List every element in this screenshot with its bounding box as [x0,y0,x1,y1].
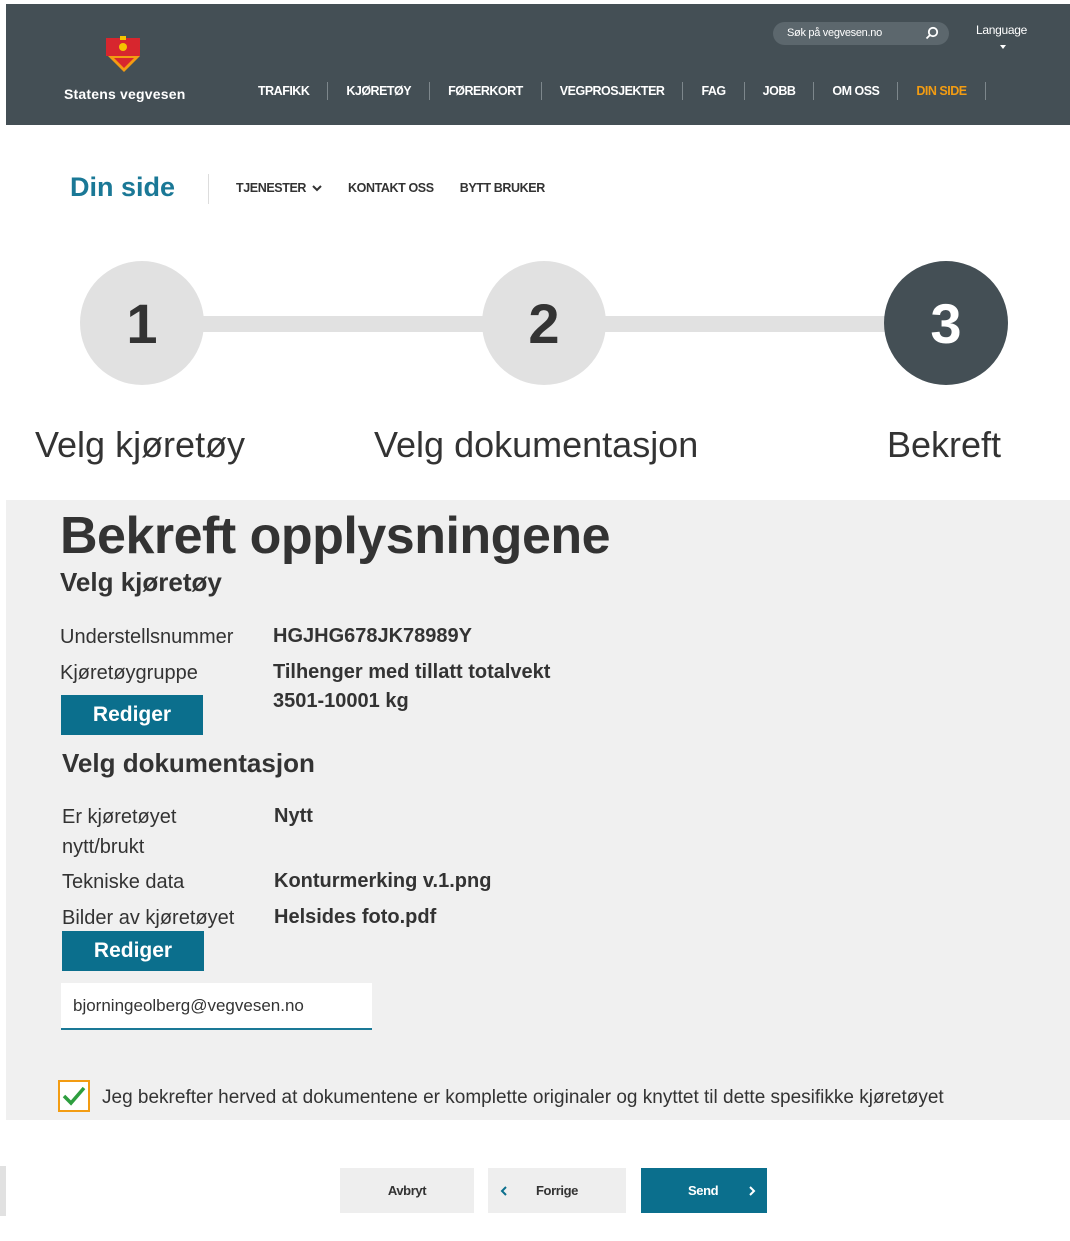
subnav-tjenester-label: TJENESTER [236,181,307,195]
step-1-circle[interactable]: 1 [80,261,204,385]
caret-down-icon[interactable] [1000,45,1006,49]
subnav: TJENESTER KONTAKT OSS BYTT BRUKER [236,181,545,195]
search-icon[interactable] [925,26,939,45]
subnav-tjenester[interactable]: TJENESTER [236,181,322,195]
chevron-right-icon [749,1185,756,1196]
cancel-button-label: Avbryt [387,1183,427,1198]
send-button-label: Send [688,1183,719,1198]
nav-item-kjoretoy[interactable]: KJØRETØY [328,82,431,100]
edit-vehicle-button[interactable]: Rediger [61,695,203,735]
page-title: Bekreft opplysningene [60,507,611,565]
edit-documentation-button[interactable]: Rediger [62,931,204,971]
vehicle-section-title: Velg kjøretøy [60,567,222,597]
docs-section-title: Velg dokumentasjon [62,748,315,778]
confirm-checkbox[interactable] [58,1080,90,1112]
nav-item-vegprosjekter[interactable]: VEGPROSJEKTER [542,82,684,100]
chevron-left-icon [500,1185,507,1196]
site-logo[interactable]: Statens vegvesen [64,34,204,104]
vehicle-photos-value: Helsides foto.pdf [274,906,437,928]
vehicle-photos-label: Bilder av kjøretøyet [62,907,235,929]
subnav-divider [208,174,209,204]
chassis-number-label: Understellsnummer [60,626,234,648]
chassis-number-value: HGJHG678JK78989Y [273,625,473,647]
previous-button[interactable]: Forrige [488,1168,626,1213]
vehicle-group-label: Kjøretøygruppe [60,662,198,684]
logo-text: Statens vegvesen [64,86,186,102]
new-used-label-line2: nytt/brukt [62,836,145,858]
step-1-label: Velg kjøretøy [35,424,246,465]
new-used-value: Nytt [274,805,313,827]
technical-data-label: Tekniske data [62,871,185,893]
language-selector[interactable]: Language [976,23,1027,37]
nav-item-om-oss[interactable]: OM OSS [814,82,899,100]
din-side-title[interactable]: Din side [70,172,175,203]
new-used-label: Er kjøretøyet [62,806,177,828]
send-button[interactable]: Send [641,1168,767,1213]
search-input[interactable]: Søk på vegvesen.no [787,27,882,39]
left-edge-element [0,1166,6,1216]
nav-item-jobb[interactable]: JOBB [745,82,815,100]
step-3-circle: 3 [884,261,1008,385]
chevron-down-icon [312,184,322,191]
subnav-bytt-bruker[interactable]: BYTT BRUKER [460,181,546,195]
statens-vegvesen-logo-icon [106,36,140,72]
subnav-kontakt-oss[interactable]: KONTAKT OSS [348,181,434,195]
previous-button-label: Forrige [536,1183,578,1198]
vehicle-group-value: Tilhenger med tillatt totalvekt [273,661,551,683]
confirm-checkbox-label[interactable]: Jeg bekrefter herved at dokumentene er k… [102,1087,944,1109]
email-field[interactable] [61,983,372,1030]
nav-item-trafikk[interactable]: TRAFIKK [240,82,329,100]
nav-item-forerkort[interactable]: FØRERKORT [430,82,542,100]
search-box[interactable]: Søk på vegvesen.no [773,22,949,45]
nav-item-fag[interactable]: FAG [683,82,745,100]
vehicle-group-value-line2: 3501-10001 kg [273,690,409,712]
checkmark-icon [62,1086,86,1106]
step-2-circle[interactable]: 2 [482,261,606,385]
cancel-button[interactable]: Avbryt [340,1168,474,1213]
step-2-label: Velg dokumentasjon [374,424,699,465]
main-nav: TRAFIKK KJØRETØY FØRERKORT VEGPROSJEKTER… [240,80,986,102]
step-3-label: Bekreft [887,424,1002,465]
technical-data-value: Konturmerking v.1.png [274,870,492,892]
nav-item-din-side[interactable]: DIN SIDE [898,82,986,100]
